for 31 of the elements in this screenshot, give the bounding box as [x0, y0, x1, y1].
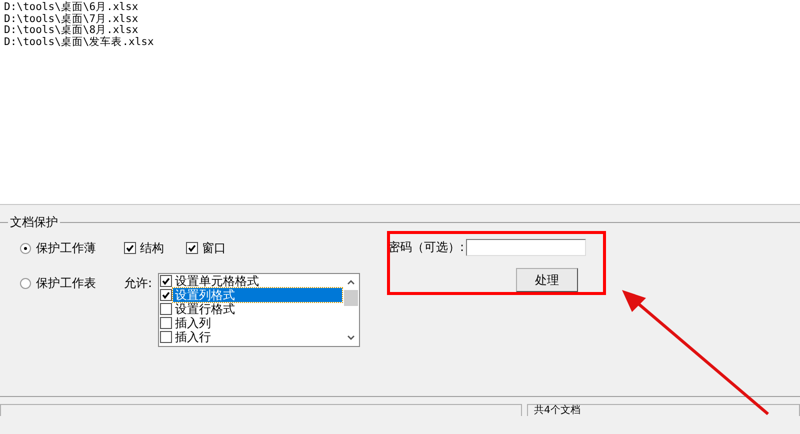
file-path: D:\tools\桌面\发车表.xlsx	[4, 36, 154, 48]
checkbox-label: 窗口	[202, 240, 226, 256]
scroll-up-icon[interactable]	[347, 279, 355, 285]
list-item[interactable]: 设置行格式	[173, 302, 342, 316]
checkbox[interactable]	[160, 317, 172, 329]
checkbox[interactable]	[160, 289, 172, 301]
checkbox[interactable]	[160, 303, 172, 315]
allow-label: 允许:	[124, 275, 154, 292]
checkbox-label: 结构	[140, 240, 164, 256]
file-path: D:\tools\桌面\6月.xlsx	[4, 2, 138, 13]
checkbox[interactable]	[124, 242, 136, 254]
list-item[interactable]: 插入行	[173, 330, 342, 344]
password-field[interactable]	[466, 239, 586, 256]
status-count: 共4个文档	[527, 404, 800, 416]
scroll-down-icon[interactable]	[347, 335, 355, 341]
radio-label: 保护工作表	[36, 275, 96, 292]
permission-list[interactable]: 设置单元格格式 设置列格式 设置行格式 插入列 插入行	[158, 273, 360, 347]
file-path: D:\tools\桌面\8月.xlsx	[4, 25, 138, 36]
checkbox[interactable]	[160, 331, 172, 343]
list-item[interactable]: 设置单元格格式	[173, 274, 342, 288]
checkbox[interactable]	[186, 242, 198, 254]
group-title: 文档保护	[9, 214, 59, 231]
file-list[interactable]: D:\tools\桌面\6月.xlsx D:\tools\桌面\7月.xlsx D:\tools\桌面\8月.xlsx D:\tools\桌面\发车表.xlsx	[0, 0, 800, 205]
process-button[interactable]: 处理	[516, 268, 578, 292]
list-item[interactable]: 设置列格式	[173, 288, 342, 302]
radio-button[interactable]	[20, 278, 31, 289]
checkbox[interactable]	[160, 275, 172, 287]
file-path: D:\tools\桌面\7月.xlsx	[4, 14, 138, 24]
list-item[interactable]: 插入列	[173, 316, 342, 330]
radio-button[interactable]	[20, 242, 31, 254]
radio-label: 保护工作薄	[36, 240, 96, 256]
